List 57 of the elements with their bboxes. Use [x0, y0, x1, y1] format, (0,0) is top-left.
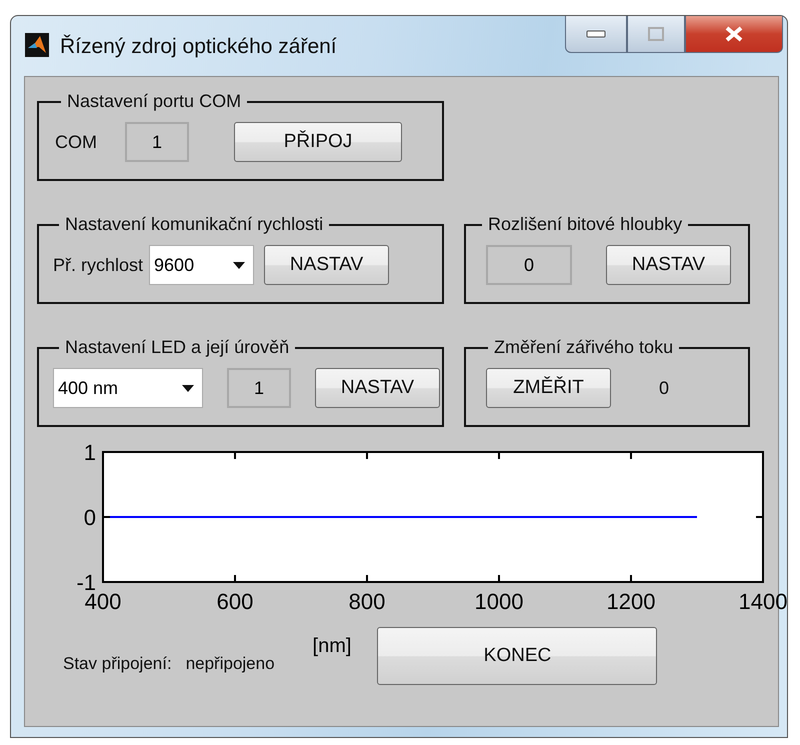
- x-tick: [366, 452, 368, 459]
- measure-button[interactable]: ZMĚŘIT: [486, 368, 611, 408]
- x-tick-label: 1400: [738, 589, 788, 614]
- x-tick-label: 1200: [606, 589, 656, 614]
- maximize-icon: [648, 27, 664, 41]
- set-button[interactable]: NASTAV: [606, 245, 731, 285]
- group-title: Nastavení LED a její úrověň: [64, 337, 290, 358]
- x-axis-label: [nm]: [312, 634, 352, 658]
- y-tick: [756, 516, 763, 518]
- x-tick-label: 600: [216, 589, 254, 614]
- caret-icon: [182, 384, 194, 392]
- minimize-button[interactable]: [565, 16, 627, 53]
- y-tick: [756, 581, 763, 583]
- set-button[interactable]: NASTAV: [315, 368, 440, 408]
- x-tick: [102, 575, 104, 582]
- minimize-icon: [586, 30, 606, 38]
- status-label: Stav připojení:: [63, 654, 172, 674]
- y-tick: [756, 451, 763, 453]
- caret-icon: [233, 262, 246, 268]
- wavelength-dropdown[interactable]: 400 nm: [53, 368, 203, 408]
- connect-button[interactable]: PŘIPOJ: [234, 122, 402, 162]
- x-tick-label: 800: [348, 589, 386, 614]
- x-tick: [762, 575, 764, 582]
- y-tick: [103, 581, 110, 583]
- end-button[interactable]: KONEC: [377, 627, 658, 685]
- x-tick: [234, 452, 236, 459]
- x-tick: [762, 452, 764, 459]
- y-tick-label: 1: [84, 440, 96, 465]
- group-title: Nastavení portu COM: [66, 91, 242, 112]
- x-tick: [498, 452, 500, 459]
- close-icon: [724, 26, 744, 42]
- x-tick: [102, 452, 104, 459]
- group-title: Rozlišení bitové hloubky: [487, 214, 684, 235]
- set-button[interactable]: NASTAV: [264, 245, 390, 285]
- y-tick: [103, 516, 110, 518]
- x-tick: [630, 452, 632, 459]
- flux-reading: 0: [659, 378, 670, 398]
- maximize-button[interactable]: [627, 16, 685, 53]
- x-tick: [234, 575, 236, 582]
- com-field[interactable]: 1: [125, 122, 189, 162]
- x-tick-label: 1000: [474, 589, 524, 614]
- speed-label: Př. rychlost: [53, 254, 144, 276]
- x-tick: [630, 575, 632, 582]
- status-value: nepřipojeno: [186, 654, 275, 674]
- x-tick: [498, 575, 500, 582]
- x-tick: [366, 575, 368, 582]
- group-title: Změření zářivého toku: [493, 337, 674, 358]
- speed-dropdown[interactable]: 9600: [149, 245, 254, 285]
- com-label: COM: [55, 132, 97, 152]
- bit-depth-field[interactable]: 0: [486, 245, 572, 285]
- app-icon: [25, 33, 49, 57]
- window-title: Řízený zdroj optického záření: [60, 35, 337, 59]
- y-tick: [103, 451, 110, 453]
- y-tick-label: 0: [84, 505, 96, 530]
- group-title: Nastavení komunikační rychlosti: [64, 214, 324, 235]
- level-field[interactable]: 1: [227, 368, 291, 408]
- close-button[interactable]: [685, 16, 783, 53]
